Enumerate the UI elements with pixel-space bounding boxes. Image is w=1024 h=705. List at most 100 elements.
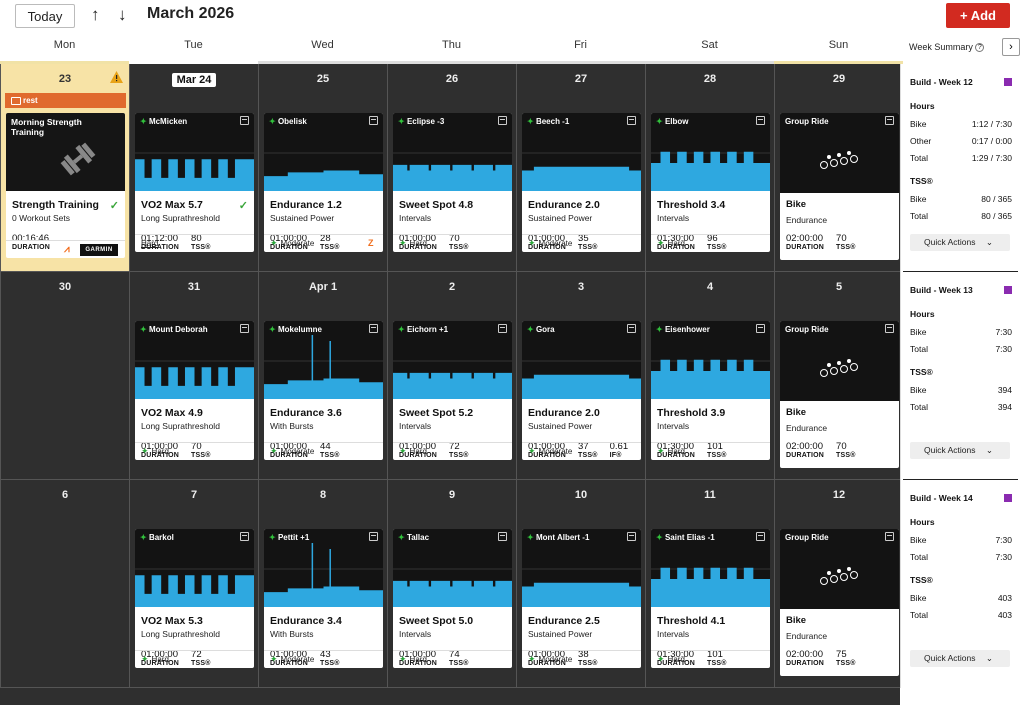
calendar-icon[interactable] xyxy=(240,324,249,333)
day-number-label: 23 xyxy=(58,73,72,85)
day-cell-mon-w2[interactable]: 30 xyxy=(0,272,129,480)
calendar-icon[interactable] xyxy=(369,116,378,125)
workout-card[interactable]: ✦ Mokelumne Endurance 3.6 With Bursts 01:00… xyxy=(264,321,383,460)
workout-card[interactable]: ✦ Saint Elias -1 Threshold 4.1 Intervals 01… xyxy=(651,529,770,668)
group-ride-card[interactable]: Group Ride Bike Endurance 02:00:00 DURATION 7… xyxy=(780,113,899,260)
next-arrow-icon[interactable]: ↓ xyxy=(118,5,127,25)
workout-card[interactable]: ✦ Barkol VO2 Max 5.3 Long Suprathreshold 01… xyxy=(135,529,254,668)
feel-row[interactable]: ✦ Moderate xyxy=(264,650,383,668)
day-cell-wed-w2[interactable]: Apr 1 ✦ Mokelumne Endurance 3.6 With Bursts… xyxy=(258,272,387,480)
workout-card[interactable]: ✦ McMicken VO2 Max 5.7 ✓ Long Suprathreshol… xyxy=(135,113,254,252)
feel-row[interactable]: ✦ Moderate xyxy=(522,442,641,460)
previous-arrow-icon[interactable]: ↑ xyxy=(91,5,100,25)
feel-row[interactable]: ✦ Hard xyxy=(651,442,770,460)
workout-subtitle: Intervals xyxy=(657,629,690,639)
workout-card[interactable]: ✦ Pettit +1 Endurance 3.4 With Bursts 01:00… xyxy=(264,529,383,668)
quick-actions-button[interactable]: Quick Actions ⌄ xyxy=(910,650,1010,667)
calendar-icon[interactable] xyxy=(627,324,636,333)
feel-row[interactable]: ✦ Moderate xyxy=(522,234,641,252)
calendar-icon[interactable] xyxy=(498,532,507,541)
feel-row[interactable]: ✦ Moderate xyxy=(522,650,641,668)
day-cell-thu-w3[interactable]: 9 ✦ Tallac Sweet Spot 5.0 Intervals 01:00:00… xyxy=(387,480,516,688)
workout-card[interactable]: ✦ Gora Endurance 2.0 Sustained Power 01:00:… xyxy=(522,321,641,460)
sync-row: ⩘ GARMIN xyxy=(6,240,125,258)
workout-name: Endurance 3.4 xyxy=(270,615,342,627)
group-ride-card[interactable]: Group Ride Bike Endurance 02:00:00 DURATION 7… xyxy=(780,529,899,676)
group-ride-card[interactable]: Group Ride Bike Endurance 02:00:00 DURATION 7… xyxy=(780,321,899,468)
feel-row[interactable]: ✦ Hard xyxy=(393,442,512,460)
chevron-down-icon: ⌄ xyxy=(983,237,993,247)
calendar-icon[interactable] xyxy=(240,116,249,125)
day-number: 2 xyxy=(388,281,516,293)
day-number-label: 7 xyxy=(190,489,198,501)
day-cell-tue-w1[interactable]: Mar 24 ✦ McMicken VO2 Max 5.7 ✓ Long Suprath… xyxy=(129,64,258,272)
feel-row[interactable]: ✦ Hard xyxy=(651,650,770,668)
feel-row[interactable]: Hard xyxy=(135,234,254,252)
next-week-button[interactable]: › xyxy=(1002,38,1020,56)
calendar-icon[interactable] xyxy=(498,116,507,125)
feel-row[interactable]: ✦ Moderate xyxy=(264,442,383,460)
sparkle-icon: ✦ xyxy=(656,533,665,542)
workout-card[interactable]: ✦ Eisenhower Threshold 3.9 Intervals 01:30:… xyxy=(651,321,770,460)
feel-row[interactable]: ✦ Hard xyxy=(393,650,512,668)
day-cell-fri-w2[interactable]: 3 ✦ Gora Endurance 2.0 Sustained Power 01:00… xyxy=(516,272,645,480)
workout-profile xyxy=(651,567,770,607)
warning-icon[interactable] xyxy=(110,70,123,83)
workout-card[interactable]: ✦ Obelisk Endurance 1.2 Sustained Power 01:… xyxy=(264,113,383,252)
calendar-icon[interactable] xyxy=(369,532,378,541)
day-cell-fri-w1[interactable]: 27 ✦ Beech -1 Endurance 2.0 Sustained Power… xyxy=(516,64,645,272)
today-button[interactable]: Today xyxy=(15,4,75,28)
workout-card[interactable]: ✦ Elbow Threshold 3.4 Intervals 01:30:00 DUR… xyxy=(651,113,770,252)
workout-card[interactable]: ✦ Mount Deborah VO2 Max 4.9 Long Suprathre… xyxy=(135,321,254,460)
feel-row[interactable]: ✦ Moderate Z xyxy=(264,234,383,252)
feel-row[interactable]: ✦ Hard xyxy=(135,442,254,460)
summary-row-label: Bike xyxy=(910,327,927,337)
workout-card[interactable]: ✦ Tallac Sweet Spot 5.0 Intervals 01:00:00 D… xyxy=(393,529,512,668)
workout-card[interactable]: ✦ Eclipse -3 Sweet Spot 4.8 Intervals 01:00… xyxy=(393,113,512,252)
calendar-icon[interactable] xyxy=(885,532,894,541)
workout-card[interactable]: ✦ Beech -1 Endurance 2.0 Sustained Power 01… xyxy=(522,113,641,252)
calendar-icon[interactable] xyxy=(627,116,636,125)
tss-label: TSS® xyxy=(836,244,856,251)
day-cell-fri-w3[interactable]: 10 ✦ Mont Albert -1 Endurance 2.5 Sustained… xyxy=(516,480,645,688)
day-cell-tue-w2[interactable]: 31 ✦ Mount Deborah VO2 Max 4.9 Long Suprath… xyxy=(129,272,258,480)
quick-actions-button[interactable]: Quick Actions ⌄ xyxy=(910,234,1010,251)
quick-actions-button[interactable]: Quick Actions ⌄ xyxy=(910,442,1010,459)
calendar-icon[interactable] xyxy=(369,324,378,333)
day-number: 6 xyxy=(1,489,129,501)
strength-workout-card[interactable]: Morning Strength Training Strength Traini… xyxy=(6,113,125,258)
feel-row[interactable]: ✦ Hard xyxy=(135,650,254,668)
day-cell-thu-w1[interactable]: 26 ✦ Eclipse -3 Sweet Spot 4.8 Intervals 01:… xyxy=(387,64,516,272)
day-cell-sun-w3[interactable]: 12 Group Ride Bike Endurance 02:00:00 DURATIO… xyxy=(774,480,903,688)
calendar-icon[interactable] xyxy=(756,532,765,541)
sparkle-icon: ✦ xyxy=(528,654,536,664)
day-cell-mon-w3[interactable]: 6 xyxy=(0,480,129,688)
day-cell-wed-w3[interactable]: 8 ✦ Pettit +1 Endurance 3.4 With Bursts 01:0… xyxy=(258,480,387,688)
calendar-icon[interactable] xyxy=(498,324,507,333)
feel-row[interactable]: ✦ Hard xyxy=(393,234,512,252)
workout-card[interactable]: ✦ Mont Albert -1 Endurance 2.5 Sustained P… xyxy=(522,529,641,668)
day-number-label: 8 xyxy=(319,489,327,501)
help-icon[interactable]: ? xyxy=(975,43,985,53)
calendar-icon[interactable] xyxy=(885,324,894,333)
day-cell-mon-w1[interactable]: 23 rest Morning Strength Training Strength … xyxy=(0,64,129,272)
card-body: Endurance 2.0 Sustained Power xyxy=(528,407,636,431)
week-summary-header: Week Summary ? xyxy=(909,42,985,53)
workout-name: Endurance 2.0 xyxy=(528,199,600,211)
calendar-icon[interactable] xyxy=(756,116,765,125)
calendar-icon[interactable] xyxy=(885,116,894,125)
day-cell-sat-w1[interactable]: 28 ✦ Elbow Threshold 3.4 Intervals 01:30:00 D… xyxy=(645,64,774,272)
day-cell-sun-w2[interactable]: 5 Group Ride Bike Endurance 02:00:00 DURATION… xyxy=(774,272,903,480)
calendar-icon[interactable] xyxy=(240,532,249,541)
add-button[interactable]: + Add xyxy=(946,3,1010,28)
day-cell-sat-w3[interactable]: 11 ✦ Saint Elias -1 Threshold 4.1 Intervals… xyxy=(645,480,774,688)
calendar-icon[interactable] xyxy=(756,324,765,333)
feel-row[interactable]: ✦ Hard xyxy=(651,234,770,252)
calendar-icon[interactable] xyxy=(627,532,636,541)
day-cell-wed-w1[interactable]: 25 ✦ Obelisk Endurance 1.2 Sustained Power 0… xyxy=(258,64,387,272)
day-cell-sat-w2[interactable]: 4 ✦ Eisenhower Threshold 3.9 Intervals 01:30… xyxy=(645,272,774,480)
day-cell-thu-w2[interactable]: 2 ✦ Eichorn +1 Sweet Spot 5.2 Intervals 01:0… xyxy=(387,272,516,480)
day-cell-sun-w1[interactable]: 29 Group Ride Bike Endurance 02:00:00 DURATIO… xyxy=(774,64,903,272)
day-cell-tue-w3[interactable]: 7 ✦ Barkol VO2 Max 5.3 Long Suprathreshold 0… xyxy=(129,480,258,688)
workout-card[interactable]: ✦ Eichorn +1 Sweet Spot 5.2 Intervals 01:00… xyxy=(393,321,512,460)
